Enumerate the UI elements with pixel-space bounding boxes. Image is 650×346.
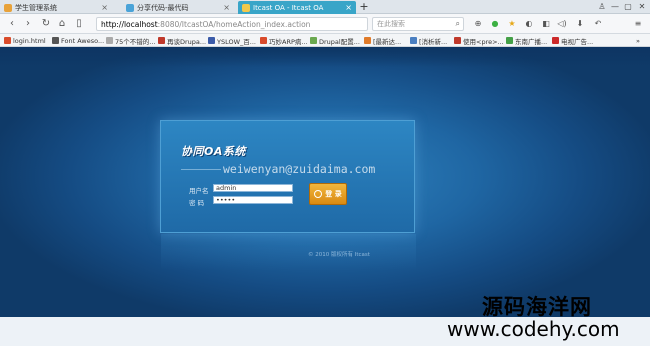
bookmark-label: [消析新... <box>419 37 448 46</box>
address-bar[interactable]: http://localhost:8080/ItcastOA/homeActio… <box>96 17 368 31</box>
copyright-text: © 2010 版权所有 Itcast <box>308 252 370 258</box>
home-button[interactable]: ⌂ <box>55 16 69 32</box>
tab-favicon-icon <box>126 3 134 12</box>
tab-close-icon[interactable]: × <box>95 3 108 12</box>
search-placeholder: 在此搜索 <box>377 20 405 28</box>
password-value: ••••• <box>216 196 236 204</box>
app-logo: 协同OA系统 <box>181 145 246 158</box>
search-input[interactable]: 在此搜索 ⌕ <box>372 17 464 31</box>
tab-label: 学生管理系统 <box>15 3 57 12</box>
minimize-button[interactable]: — <box>609 0 621 14</box>
reader-view-icon[interactable]: ▯ <box>72 16 86 32</box>
login-panel: 协同OA系统 weiwenyan@zuidaima.com 用户名 admin … <box>160 120 416 270</box>
bookmark-favicon-icon <box>106 37 113 44</box>
new-tab-button[interactable]: + <box>358 0 370 14</box>
bookmark-item[interactable]: 东南广播... <box>506 35 547 46</box>
bookmark-favicon-icon <box>506 37 513 44</box>
username-value: admin <box>216 184 237 192</box>
tab-itcast-oa[interactable]: Itcast OA - Itcast OA × <box>238 1 356 14</box>
tab-label: Itcast OA - Itcast OA <box>253 3 324 12</box>
theme-icon[interactable]: ◐ <box>523 17 535 31</box>
bookmark-label: 电视广告... <box>561 37 594 46</box>
bookmark-item[interactable]: login.html <box>4 35 46 46</box>
favorites-star-icon[interactable]: ★ <box>506 17 518 31</box>
tab-favicon-icon <box>4 3 12 12</box>
tab-close-icon[interactable]: × <box>217 3 230 12</box>
tab-strip: 学生管理系统 × 分享代码-最代码 × Itcast OA - Itcast O… <box>0 0 650 14</box>
extension-icon[interactable]: ⊕ <box>472 17 484 31</box>
bookmark-item[interactable]: 使用<pre>... <box>454 35 504 46</box>
bookmark-item[interactable]: 75个不错的... <box>106 35 155 46</box>
password-label: 密 码 <box>189 199 205 207</box>
screenshot-icon[interactable]: ◧ <box>540 17 552 31</box>
url-host: http://localhost <box>101 19 158 29</box>
bookmarks-more-icon[interactable]: » <box>636 35 640 46</box>
bookmark-label: [最新达... <box>373 37 402 46</box>
login-button[interactable]: 登 录 <box>309 183 347 205</box>
bookmark-favicon-icon <box>208 37 215 44</box>
download-icon[interactable]: ⬇ <box>574 17 586 31</box>
maximize-button[interactable]: ▢ <box>622 0 634 14</box>
bookmark-item[interactable]: [消析新... <box>410 35 447 46</box>
bookmark-item[interactable]: YSLOW_百... <box>208 35 256 46</box>
login-page-background: 协同OA系统 weiwenyan@zuidaima.com 用户名 admin … <box>0 47 650 317</box>
bookmarks-bar: login.html Font Aweso... 75个不错的... 再谈Dru… <box>0 34 650 47</box>
logo-divider <box>181 169 221 170</box>
username-field[interactable]: admin <box>213 184 293 192</box>
bookmark-item[interactable]: [最新达... <box>364 35 401 46</box>
bookmark-favicon-icon <box>454 37 461 44</box>
wechat-icon[interactable]: ● <box>489 17 501 31</box>
tab-student-system[interactable]: 学生管理系统 × <box>0 1 112 14</box>
bookmark-label: 使用<pre>... <box>463 37 504 46</box>
undo-icon[interactable]: ↶ <box>592 17 604 31</box>
user-icon[interactable]: ♙ <box>596 0 608 14</box>
tab-favicon-icon <box>242 3 250 12</box>
login-button-label: 登 录 <box>325 190 342 198</box>
url-path: :8080/ItcastOA/homeAction_index.action <box>157 19 311 29</box>
watermark-text: weiwenyan@zuidaima.com <box>223 162 376 176</box>
bookmark-label: YSLOW_百... <box>217 37 256 46</box>
search-icon[interactable]: ⌕ <box>456 18 460 30</box>
bookmark-label: Drupal配置... <box>319 37 360 46</box>
bookmark-favicon-icon <box>310 37 317 44</box>
bookmark-favicon-icon <box>260 37 267 44</box>
tab-close-icon[interactable]: × <box>339 3 352 12</box>
power-icon <box>314 190 323 198</box>
nav-bar: ‹ › ↻ ⌂ ▯ ☆ http://localhost:8080/Itcast… <box>0 14 650 34</box>
bookmark-item[interactable]: 巧妙ARP病... <box>260 35 308 46</box>
bookmark-label: 巧妙ARP病... <box>269 37 308 46</box>
password-field[interactable]: ••••• <box>213 196 293 204</box>
tab-label: 分享代码-最代码 <box>137 3 189 12</box>
bookmark-favicon-icon <box>552 37 559 44</box>
reload-button[interactable]: ↻ <box>39 16 53 32</box>
bookmark-item[interactable]: Font Aweso... <box>52 35 104 46</box>
bookmark-item[interactable]: Drupal配置... <box>310 35 360 46</box>
bookmark-label: 75个不错的... <box>115 37 156 46</box>
brand-watermark-url: www.codehy.com <box>447 317 620 341</box>
bookmark-label: Font Aweso... <box>61 36 105 45</box>
bookmark-item[interactable]: 再谈Drupa... <box>158 35 206 46</box>
panel-reflection <box>161 234 416 270</box>
bookmark-favicon-icon <box>364 37 371 44</box>
bookmark-label: login.html <box>13 36 46 45</box>
close-window-button[interactable]: ✕ <box>636 0 648 14</box>
tab-zuidaima[interactable]: 分享代码-最代码 × <box>122 1 234 14</box>
page-top-shade <box>0 47 650 67</box>
bookmark-favicon-icon <box>4 37 11 44</box>
bookmark-favicon-icon <box>52 37 59 44</box>
bookmark-item[interactable]: 电视广告... <box>552 35 593 46</box>
username-label: 用户名 <box>189 187 209 195</box>
back-button[interactable]: ‹ <box>5 16 19 32</box>
bookmark-label: 东南广播... <box>515 37 548 46</box>
volume-icon[interactable]: ◁) <box>556 17 568 31</box>
bookmark-favicon-icon <box>410 37 417 44</box>
menu-icon[interactable]: ≡ <box>632 17 644 31</box>
bookmark-favicon-icon <box>158 37 165 44</box>
forward-button[interactable]: › <box>21 16 35 32</box>
bookmark-label: 再谈Drupa... <box>167 37 207 46</box>
